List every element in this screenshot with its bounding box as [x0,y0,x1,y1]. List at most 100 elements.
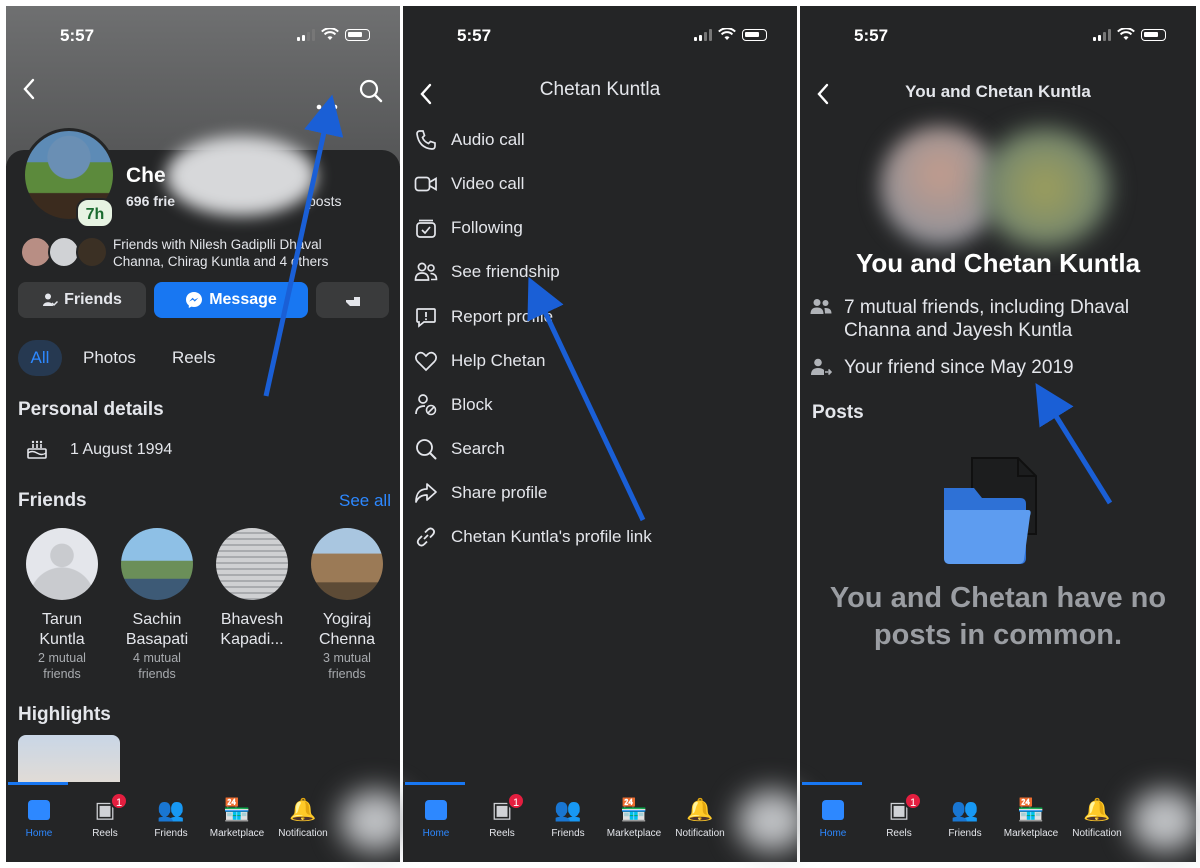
friends-icon: 👥 [951,797,979,822]
battery-icon [1141,28,1166,41]
marketplace-icon: 🏪 [620,797,648,822]
nav-reels[interactable]: ▣ 1 Reels [72,792,138,839]
empty-state-message: You and Chetan have no posts in common. [829,582,1167,651]
friends-outline-icon [413,259,439,285]
nav-home[interactable]: Home [800,796,866,839]
reels-badge: 1 [904,792,922,810]
reels-icon: ▣ [888,797,910,822]
empty-folder-icon [940,456,1050,573]
tab-photos[interactable]: Photos [83,340,136,376]
status-bar: 5:57 [800,6,1196,62]
link-icon [413,524,439,550]
friend-card[interactable]: Sachin Basapati 4 mutual friends [111,528,203,682]
nav-reels[interactable]: ▣ 1 Reels [469,792,535,839]
battery-icon [345,28,370,41]
nav-reels[interactable]: ▣ 1 Reels [866,792,932,839]
menu-item-help[interactable]: Help Chetan [413,346,787,376]
more-actions-button[interactable] [316,282,389,318]
more-options-icon[interactable] [316,86,338,117]
mutual-friend-avatars [20,236,112,270]
nav-friends[interactable]: 👥 Friends [138,796,204,839]
cellular-signal-icon [1093,28,1111,41]
personal-details-title: Personal details [18,399,164,420]
nav-friends[interactable]: 👥 Friends [932,796,998,839]
nav-marketplace[interactable]: 🏪 Marketplace [204,796,270,839]
post-count: posts [308,193,342,209]
friends-section-title: Friends [18,490,87,511]
friends-button[interactable]: Friends [18,282,146,318]
nav-notifications[interactable]: 🔔 Notification [667,796,733,839]
search-icon[interactable] [359,79,383,110]
bell-icon: 🔔 [1083,797,1111,822]
highlights-title: Highlights [18,704,111,725]
bottom-navigation: Home ▣ 1 Reels 👥 Friends 🏪 Marketplace 🔔 Noti… [800,782,1200,862]
nav-notifications[interactable]: 🔔 Notification [270,796,336,839]
profile-name: Che [126,164,166,187]
block-user-icon [413,392,439,418]
nav-friends[interactable]: 👥 Friends [535,796,601,839]
menu-item-search[interactable]: Search [413,434,787,464]
friend-check-icon [43,293,59,307]
share-icon [413,480,439,506]
status-time: 5:57 [854,26,889,45]
friends-icon [810,296,832,342]
marketplace-icon: 🏪 [223,797,251,822]
messenger-icon [186,292,203,308]
menu-item-profile-link[interactable]: Chetan Kuntla's profile link [413,522,787,552]
status-time: 5:57 [60,26,95,45]
reels-badge: 1 [110,792,128,810]
home-icon [425,800,447,820]
reels-badge: 1 [507,792,525,810]
nav-home[interactable]: Home [6,796,72,839]
menu-item-video-call[interactable]: Video call [413,169,787,199]
menu-item-share-profile[interactable]: Share profile [413,478,787,508]
back-icon[interactable] [22,76,36,107]
nav-marketplace[interactable]: 🏪 Marketplace [998,796,1064,839]
home-icon [28,800,50,820]
search-icon [413,436,439,462]
status-bar: 5:57 [6,6,400,62]
battery-icon [742,28,767,41]
see-all-link[interactable]: See all [339,491,391,511]
home-icon [822,800,844,820]
nav-notifications[interactable]: 🔔 Notification [1064,796,1130,839]
friend-card[interactable]: Tarun Kuntla 2 mutual friends [16,528,108,682]
mutual-friends-row[interactable]: 7 mutual friends, including Dhaval Chann… [810,296,1176,342]
menu-item-audio-call[interactable]: Audio call [413,125,787,155]
friend-since-icon [810,356,833,382]
marketplace-icon: 🏪 [1017,797,1045,822]
birthday-text: 1 August 1994 [70,441,173,458]
friendship-screen: 5:57 You and Chetan Kuntla You and Cheta… [800,6,1196,862]
friend-card[interactable]: Bhavesh Kapadi... [206,528,298,650]
cellular-signal-icon [694,28,712,41]
friend-card[interactable]: Yogiraj Chenna 3 mutual friends [301,528,393,682]
nav-marketplace[interactable]: 🏪 Marketplace [601,796,667,839]
menu-item-block[interactable]: Block [413,390,787,420]
bottom-navigation: Home ▣ 1 Reels 👥 Friends 🏪 Marketplace 🔔 Noti… [6,782,410,862]
bell-icon: 🔔 [686,797,714,822]
friend-photo-right [980,128,1110,248]
mutual-friends-text[interactable]: Friends with Nilesh Gadiplli Dhaval Chan… [113,236,328,270]
page-title: You and Chetan Kuntla [905,82,1091,101]
story-badge: 7h [76,198,114,228]
friend-since-row: Your friend since May 2019 [810,356,1176,382]
friends-icon: 👥 [157,797,185,822]
friends-icon: 👥 [554,797,582,822]
message-button[interactable]: Message [154,282,308,318]
wifi-icon [1117,28,1135,40]
profile-menu-screen: 5:57 Chetan Kuntla Audio call Video call… [403,6,797,862]
friend-avatar [216,528,288,600]
tab-all[interactable]: All [18,340,62,376]
menu-item-report-profile[interactable]: Report profile [413,302,787,332]
menu-item-see-friendship[interactable]: See friendship [413,257,787,287]
page-title: Chetan Kuntla [539,79,661,100]
hand-pointer-icon [345,297,360,306]
status-bar: 5:57 [403,6,797,62]
heart-icon [413,348,439,374]
cellular-signal-icon [297,28,315,41]
tab-reels[interactable]: Reels [172,340,215,376]
menu-item-following[interactable]: Following [413,213,787,243]
nav-home[interactable]: Home [403,796,469,839]
friend-count: 696 frie [126,193,176,209]
blurred-region [166,136,316,216]
